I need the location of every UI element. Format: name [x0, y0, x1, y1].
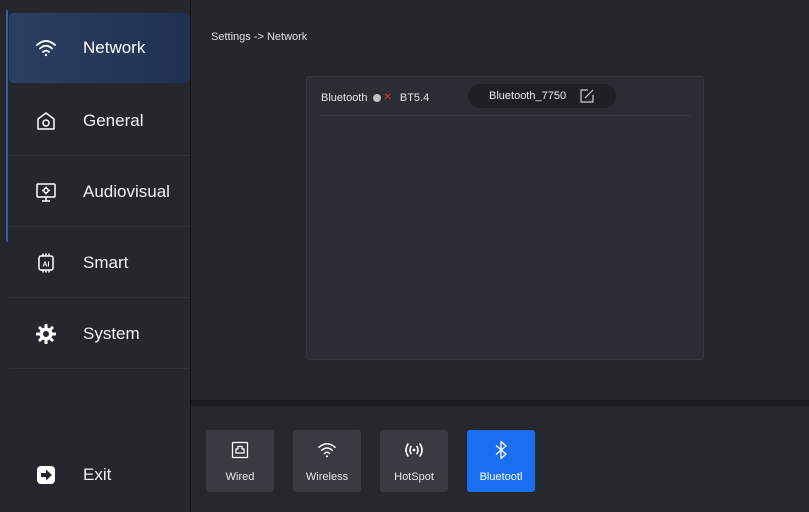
sidebar-item-label: General [83, 110, 144, 130]
sidebar-item-smart[interactable]: AI Smart [9, 228, 190, 298]
tab-wired[interactable]: Wired [206, 430, 274, 492]
wifi-icon [35, 37, 57, 59]
monitor-icon [35, 181, 57, 203]
bluetooth-icon [494, 440, 508, 460]
edit-icon[interactable] [579, 88, 595, 104]
tab-bluetooth[interactable]: Bluetootl [467, 430, 535, 492]
network-tab-bar: Wired Wireless HotSpot Bluetootl [191, 406, 809, 512]
bluetooth-label: Bluetooth [321, 92, 368, 104]
ai-chip-icon: AI [35, 252, 57, 274]
exit-label: Exit [83, 465, 112, 484]
bluetooth-panel: Bluetooth ✕ BT5.4 Bluetooth_7750 [306, 76, 704, 360]
bluetooth-status-row: Bluetooth ✕ BT5.4 [321, 87, 429, 109]
sidebar-item-system[interactable]: System [9, 299, 190, 369]
tab-label: Bluetootl [479, 471, 523, 483]
tab-wireless[interactable]: Wireless [293, 430, 361, 492]
general-icon [35, 110, 57, 132]
sidebar-item-label: Audiovisual [83, 181, 170, 201]
exit-button[interactable]: Exit [9, 440, 190, 510]
exit-icon [35, 464, 57, 486]
close-icon: ✕ [383, 92, 392, 103]
sidebar-item-general[interactable]: General [9, 86, 190, 156]
tab-label: Wired [225, 471, 255, 483]
hotspot-icon [403, 440, 425, 460]
bluetooth-version: BT5.4 [399, 92, 430, 104]
main-content: Settings -> Network Bluetooth ✕ BT5.4 Bl… [191, 0, 809, 400]
sidebar-item-network[interactable]: Network [9, 13, 190, 83]
sidebar: Network General Audiovisual AI Smart Sys… [0, 0, 191, 512]
tab-hotspot[interactable]: HotSpot [380, 430, 448, 492]
bluetooth-toggle[interactable]: ✕ [373, 92, 392, 103]
sidebar-item-label: Network [83, 38, 146, 57]
gear-icon [35, 323, 57, 345]
tab-label: HotSpot [394, 471, 434, 483]
toggle-knob [373, 94, 382, 102]
sidebar-scroll-indicator [6, 10, 8, 242]
sidebar-item-label: System [83, 323, 140, 343]
wifi-icon [317, 440, 337, 460]
ethernet-icon [231, 440, 249, 460]
sidebar-item-label: Smart [83, 252, 129, 272]
svg-text:AI: AI [43, 261, 50, 268]
device-name-field[interactable]: Bluetooth_7750 [468, 84, 616, 108]
device-name: Bluetooth_7750 [489, 90, 567, 102]
divider [321, 115, 691, 116]
breadcrumb: Settings -> Network [211, 31, 308, 43]
tab-label: Wireless [305, 471, 349, 483]
sidebar-item-audiovisual[interactable]: Audiovisual [9, 157, 190, 227]
